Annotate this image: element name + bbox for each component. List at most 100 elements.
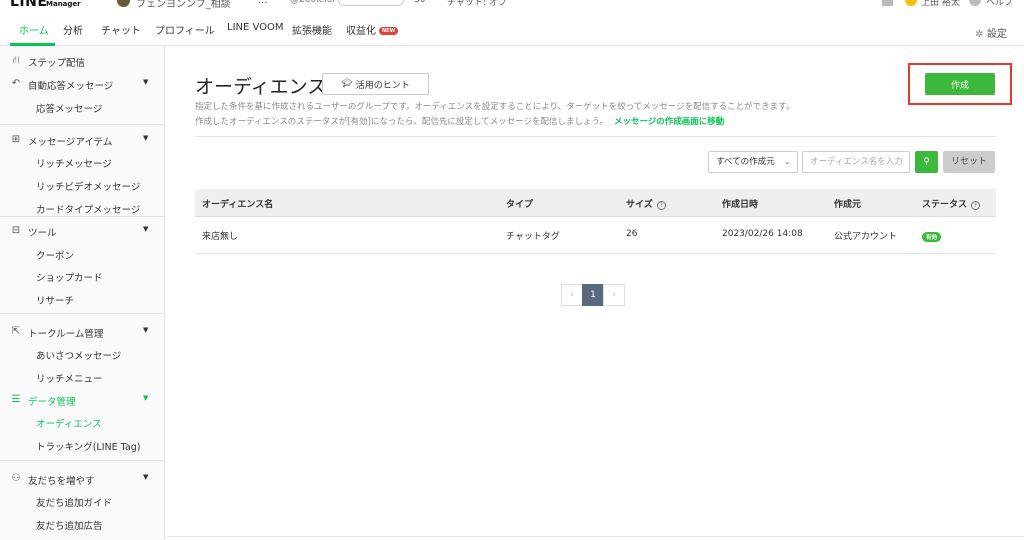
search-button[interactable]: ⚲: [915, 151, 938, 173]
sidebar-item-card-type[interactable]: カードタイプメッセージ: [36, 202, 140, 216]
settings-label: 設定: [987, 29, 1007, 40]
sidebar-item-talk-room[interactable]: ⇱ トークルーム管理 ▼: [0, 323, 164, 343]
add-user-icon: ⚇: [11, 473, 21, 484]
gear-icon: ✲: [975, 29, 984, 40]
next-page-button[interactable]: ›: [603, 284, 625, 306]
help-circle-icon[interactable]: ?: [971, 201, 981, 210]
sidebar-label: ツール: [28, 228, 57, 239]
user-avatar[interactable]: [905, 0, 917, 6]
table-row[interactable]: 来店無し チャットタグ 26 2023/02/26 14:08 公式アカウント …: [195, 217, 996, 254]
sidebar-item-tracking[interactable]: トラッキング(LINE Tag): [36, 439, 140, 453]
sidebar-item-research[interactable]: リサーチ: [36, 293, 74, 307]
account-menu[interactable]: ...: [258, 0, 268, 6]
source-filter-select[interactable]: すべての作成元 ⌄: [708, 151, 798, 173]
tab-chat[interactable]: チャット: [101, 22, 141, 37]
col-header-source[interactable]: 作成元: [834, 197, 861, 210]
sidebar-divider: [0, 216, 164, 217]
help-link[interactable]: ヘルプ: [986, 0, 1013, 8]
friend-count: 30: [414, 0, 426, 5]
sidebar: ⛙ ステップ配信 ↶ 自動応答メッセージ ▼ 応答メッセージ ⊞ メッセージアイ…: [0, 46, 165, 540]
account-name[interactable]: フェンヨンンフ_相談: [136, 0, 231, 10]
tab-monetization[interactable]: 収益化 NEW: [346, 22, 399, 37]
prev-page-button[interactable]: ‹: [561, 284, 583, 306]
message-create-link[interactable]: メッセージの作成画面に移動: [614, 117, 724, 127]
audience-search-input[interactable]: オーディエンス名を入力: [802, 151, 910, 173]
tab-home[interactable]: ホーム: [19, 22, 49, 37]
footer-edge: [166, 536, 1024, 540]
help-icon[interactable]: [969, 0, 981, 6]
hint-button-label: 活用のヒント: [355, 80, 410, 91]
sidebar-label: 友だちを増やす: [28, 476, 95, 487]
sidebar-label: トークルーム管理: [28, 329, 104, 340]
sidebar-item-reply-message[interactable]: 応答メッセージ: [36, 101, 102, 115]
pagination: ‹ 1 ›: [561, 284, 625, 306]
tab-monetization-label: 収益化: [346, 26, 376, 37]
sidebar-label: 自動応答メッセージ: [28, 81, 114, 92]
cell-source: 公式アカウント: [834, 232, 898, 242]
main-nav: ホーム 分析 チャット プロフィール LINE VOOM 拡張機能 収益化 NEW…: [0, 10, 1024, 46]
bell-icon[interactable]: [882, 0, 893, 6]
sidebar-item-add-friends[interactable]: ⚇ 友だちを増やす ▼: [0, 470, 164, 490]
tab-analytics[interactable]: 分析: [63, 22, 83, 37]
step-icon: ⛙: [12, 55, 20, 66]
account-id: @200lelol: [290, 0, 335, 5]
hint-button[interactable]: 🎓︎ 活用のヒント: [322, 73, 429, 95]
col-header-type[interactable]: タイプ: [506, 197, 533, 210]
chat-status[interactable]: チャット: オフ: [447, 0, 507, 8]
sidebar-divider: [0, 124, 164, 125]
col-header-name[interactable]: オーディエンス名: [202, 197, 273, 210]
source-filter-value: すべての作成元: [716, 157, 775, 167]
settings-link[interactable]: ✲ 設定: [975, 25, 1007, 40]
cell-created: 2023/02/26 14:08: [722, 229, 803, 239]
sidebar-label: データ管理: [28, 397, 76, 408]
tab-profile[interactable]: プロフィール: [155, 22, 215, 37]
page-1-button[interactable]: 1: [582, 284, 604, 306]
sidebar-item-tools[interactable]: ⊟ ツール ▼: [0, 222, 164, 242]
chevron-down-icon: ⌄: [784, 158, 790, 166]
description-line-2: 作成したオーディエンスのステータスが[有効]になったら、配信先に設定してメッセー…: [195, 115, 724, 127]
search-icon: ⚲: [923, 157, 930, 167]
sidebar-item-shop-card[interactable]: ショップカード: [36, 270, 103, 284]
talk-room-icon: ⇱: [11, 326, 21, 337]
line-logo[interactable]: LINE: [10, 0, 47, 10]
sidebar-item-rich-video[interactable]: リッチビデオメッセージ: [36, 179, 140, 193]
table-header: オーディエンス名 タイプ サイズ? 作成日時 作成元 ステータス?: [195, 189, 996, 217]
chevron-down-icon: ▼: [143, 78, 149, 86]
cell-name[interactable]: 来店無し: [202, 229, 238, 242]
sidebar-item-rich-message[interactable]: リッチメッセージ: [36, 156, 112, 170]
toolbox-icon: ⊟: [11, 225, 21, 236]
sidebar-item-message-items[interactable]: ⊞ メッセージアイテム ▼: [0, 131, 164, 151]
col-header-status[interactable]: ステータス?: [922, 197, 981, 210]
reset-button[interactable]: リセット: [943, 151, 995, 173]
sidebar-item-greeting[interactable]: あいさつメッセージ: [36, 348, 121, 362]
sidebar-item-rich-menu[interactable]: リッチメニュー: [36, 371, 103, 385]
sidebar-item-audience[interactable]: オーディエンス: [36, 416, 102, 430]
chevron-down-icon: ▼: [143, 473, 149, 481]
sidebar-item-step[interactable]: ⛙ ステップ配信: [0, 52, 164, 72]
col-header-size[interactable]: サイズ?: [626, 197, 666, 210]
status-badge: 有効: [922, 232, 942, 242]
sidebar-divider: [0, 313, 164, 314]
logo-subtitle: Manager: [46, 0, 81, 8]
description-line-1: 指定した条件を基に作成されるユーザーのグループです。オーディエンスを設定すること…: [195, 102, 795, 112]
tab-line-voom[interactable]: LINE VOOM: [227, 22, 284, 33]
tab-extensions[interactable]: 拡張機能: [292, 22, 332, 37]
help-circle-icon[interactable]: ?: [656, 201, 666, 210]
sidebar-item-friend-ads[interactable]: 友だち追加広告: [36, 518, 103, 532]
chevron-down-icon: ▼: [143, 326, 149, 334]
divider: [195, 136, 996, 137]
col-header-created[interactable]: 作成日時: [722, 197, 758, 210]
sidebar-item-coupon[interactable]: クーポン: [36, 248, 74, 262]
description-text: 作成したオーディエンスのステータスが[有効]になったら、配信先に設定してメッセー…: [195, 117, 608, 127]
cell-type: チャットタグ: [506, 232, 560, 242]
create-button[interactable]: 作成: [925, 73, 995, 95]
sidebar-item-friend-guide[interactable]: 友だち追加ガイド: [36, 495, 112, 509]
plan-badge: [338, 0, 404, 6]
account-avatar[interactable]: [117, 0, 130, 7]
user-name[interactable]: 上田 裕太: [921, 0, 960, 8]
sidebar-item-data-management[interactable]: ☰ データ管理 ▼: [0, 391, 164, 411]
chevron-down-icon: ▼: [143, 134, 149, 142]
main-content: オーディエンス 🎓︎ 活用のヒント 指定した条件を基に作成されるユーザーのグルー…: [166, 46, 1024, 540]
database-icon: ☰: [11, 394, 21, 405]
sidebar-item-auto-reply[interactable]: ↶ 自動応答メッセージ ▼: [0, 75, 164, 95]
